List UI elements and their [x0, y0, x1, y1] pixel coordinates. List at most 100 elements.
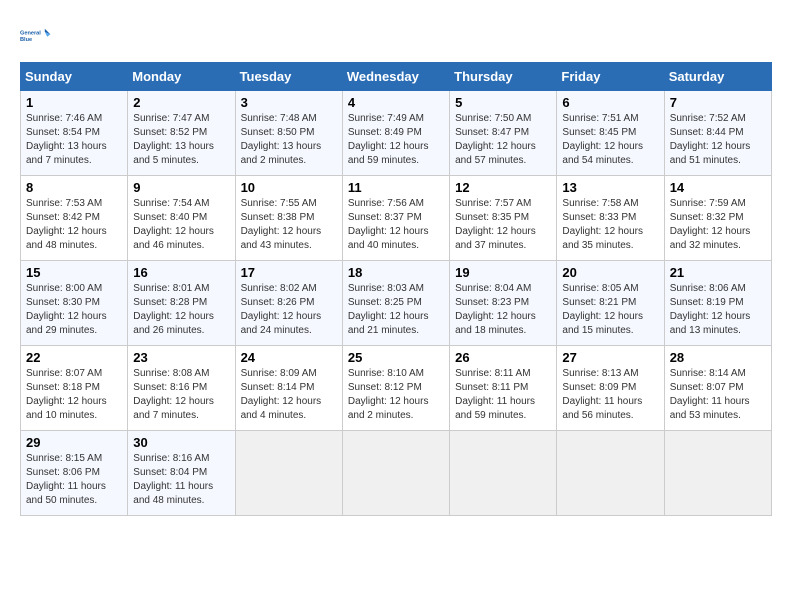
day-header-friday: Friday	[557, 63, 664, 91]
calendar-cell: 3 Sunrise: 7:48 AM Sunset: 8:50 PM Daylig…	[235, 91, 342, 176]
day-number: 30	[133, 435, 229, 450]
calendar-cell: 18 Sunrise: 8:03 AM Sunset: 8:25 PM Dayli…	[342, 261, 449, 346]
calendar-cell: 20 Sunrise: 8:05 AM Sunset: 8:21 PM Dayli…	[557, 261, 664, 346]
day-header-sunday: Sunday	[21, 63, 128, 91]
day-number: 11	[348, 180, 444, 195]
week-row-5: 29 Sunrise: 8:15 AM Sunset: 8:06 PM Dayli…	[21, 431, 772, 516]
day-header-saturday: Saturday	[664, 63, 771, 91]
day-info: Sunrise: 7:52 AM Sunset: 8:44 PM Dayligh…	[670, 112, 766, 168]
week-row-3: 15 Sunrise: 8:00 AM Sunset: 8:30 PM Dayli…	[21, 261, 772, 346]
day-number: 9	[133, 180, 229, 195]
calendar-cell: 30 Sunrise: 8:16 AM Sunset: 8:04 PM Dayli…	[128, 431, 235, 516]
logo-icon: GeneralBlue	[20, 20, 52, 52]
day-header-monday: Monday	[128, 63, 235, 91]
day-info: Sunrise: 7:55 AM Sunset: 8:38 PM Dayligh…	[241, 197, 337, 253]
week-row-2: 8 Sunrise: 7:53 AM Sunset: 8:42 PM Daylig…	[21, 176, 772, 261]
day-info: Sunrise: 8:00 AM Sunset: 8:30 PM Dayligh…	[26, 282, 122, 338]
calendar-cell: 15 Sunrise: 8:00 AM Sunset: 8:30 PM Dayli…	[21, 261, 128, 346]
day-number: 1	[26, 95, 122, 110]
day-number: 15	[26, 265, 122, 280]
day-number: 17	[241, 265, 337, 280]
calendar-cell: 2 Sunrise: 7:47 AM Sunset: 8:52 PM Daylig…	[128, 91, 235, 176]
day-number: 27	[562, 350, 658, 365]
day-info: Sunrise: 7:56 AM Sunset: 8:37 PM Dayligh…	[348, 197, 444, 253]
day-header-tuesday: Tuesday	[235, 63, 342, 91]
day-number: 6	[562, 95, 658, 110]
day-info: Sunrise: 7:50 AM Sunset: 8:47 PM Dayligh…	[455, 112, 551, 168]
calendar-cell: 26 Sunrise: 8:11 AM Sunset: 8:11 PM Dayli…	[450, 346, 557, 431]
day-info: Sunrise: 7:54 AM Sunset: 8:40 PM Dayligh…	[133, 197, 229, 253]
day-header-thursday: Thursday	[450, 63, 557, 91]
calendar-cell: 14Sunrise: 7:59 AM Sunset: 8:32 PM Dayli…	[664, 176, 771, 261]
calendar-cell: 28 Sunrise: 8:14 AM Sunset: 8:07 PM Dayli…	[664, 346, 771, 431]
day-info: Sunrise: 8:08 AM Sunset: 8:16 PM Dayligh…	[133, 367, 229, 423]
day-info: Sunrise: 8:01 AM Sunset: 8:28 PM Dayligh…	[133, 282, 229, 338]
day-number: 10	[241, 180, 337, 195]
calendar-cell	[664, 431, 771, 516]
day-number: 2	[133, 95, 229, 110]
calendar-cell: 7Sunrise: 7:52 AM Sunset: 8:44 PM Daylig…	[664, 91, 771, 176]
logo: GeneralBlue	[20, 20, 52, 52]
calendar-cell: 10 Sunrise: 7:55 AM Sunset: 8:38 PM Dayli…	[235, 176, 342, 261]
day-info: Sunrise: 7:51 AM Sunset: 8:45 PM Dayligh…	[562, 112, 658, 168]
day-info: Sunrise: 7:47 AM Sunset: 8:52 PM Dayligh…	[133, 112, 229, 168]
calendar-cell: 6 Sunrise: 7:51 AM Sunset: 8:45 PM Daylig…	[557, 91, 664, 176]
day-number: 5	[455, 95, 551, 110]
day-info: Sunrise: 7:58 AM Sunset: 8:33 PM Dayligh…	[562, 197, 658, 253]
calendar-cell: 19 Sunrise: 8:04 AM Sunset: 8:23 PM Dayli…	[450, 261, 557, 346]
day-info: Sunrise: 8:05 AM Sunset: 8:21 PM Dayligh…	[562, 282, 658, 338]
day-number: 8	[26, 180, 122, 195]
calendar-cell	[235, 431, 342, 516]
day-number: 13	[562, 180, 658, 195]
day-info: Sunrise: 7:46 AM Sunset: 8:54 PM Dayligh…	[26, 112, 122, 168]
calendar-cell: 27 Sunrise: 8:13 AM Sunset: 8:09 PM Dayli…	[557, 346, 664, 431]
calendar-cell: 29 Sunrise: 8:15 AM Sunset: 8:06 PM Dayli…	[21, 431, 128, 516]
day-info: Sunrise: 8:09 AM Sunset: 8:14 PM Dayligh…	[241, 367, 337, 423]
calendar-cell: 21Sunrise: 8:06 AM Sunset: 8:19 PM Dayli…	[664, 261, 771, 346]
day-info: Sunrise: 8:16 AM Sunset: 8:04 PM Dayligh…	[133, 452, 229, 508]
week-row-1: 1 Sunrise: 7:46 AM Sunset: 8:54 PM Daylig…	[21, 91, 772, 176]
day-number: 16	[133, 265, 229, 280]
day-info: Sunrise: 7:49 AM Sunset: 8:49 PM Dayligh…	[348, 112, 444, 168]
day-number: 28	[670, 350, 766, 365]
day-info: Sunrise: 8:11 AM Sunset: 8:11 PM Dayligh…	[455, 367, 551, 423]
day-number: 20	[562, 265, 658, 280]
day-number: 4	[348, 95, 444, 110]
day-header-wednesday: Wednesday	[342, 63, 449, 91]
day-number: 29	[26, 435, 122, 450]
calendar-cell: 17 Sunrise: 8:02 AM Sunset: 8:26 PM Dayli…	[235, 261, 342, 346]
day-number: 26	[455, 350, 551, 365]
day-info: Sunrise: 8:13 AM Sunset: 8:09 PM Dayligh…	[562, 367, 658, 423]
svg-text:General: General	[20, 30, 41, 36]
calendar-cell: 4 Sunrise: 7:49 AM Sunset: 8:49 PM Daylig…	[342, 91, 449, 176]
calendar-table: SundayMondayTuesdayWednesdayThursdayFrid…	[20, 62, 772, 516]
calendar-cell	[450, 431, 557, 516]
day-info: Sunrise: 8:14 AM Sunset: 8:07 PM Dayligh…	[670, 367, 766, 423]
day-info: Sunrise: 7:59 AM Sunset: 8:32 PM Dayligh…	[670, 197, 766, 253]
day-info: Sunrise: 8:04 AM Sunset: 8:23 PM Dayligh…	[455, 282, 551, 338]
day-info: Sunrise: 7:48 AM Sunset: 8:50 PM Dayligh…	[241, 112, 337, 168]
day-info: Sunrise: 8:02 AM Sunset: 8:26 PM Dayligh…	[241, 282, 337, 338]
day-info: Sunrise: 8:07 AM Sunset: 8:18 PM Dayligh…	[26, 367, 122, 423]
calendar-cell	[557, 431, 664, 516]
week-row-4: 22Sunrise: 8:07 AM Sunset: 8:18 PM Dayli…	[21, 346, 772, 431]
calendar-cell: 25Sunrise: 8:10 AM Sunset: 8:12 PM Dayli…	[342, 346, 449, 431]
header: GeneralBlue	[20, 20, 772, 52]
day-number: 18	[348, 265, 444, 280]
day-number: 19	[455, 265, 551, 280]
day-info: Sunrise: 8:03 AM Sunset: 8:25 PM Dayligh…	[348, 282, 444, 338]
day-number: 24	[241, 350, 337, 365]
day-number: 3	[241, 95, 337, 110]
calendar-cell: 13 Sunrise: 7:58 AM Sunset: 8:33 PM Dayli…	[557, 176, 664, 261]
calendar-cell: 9 Sunrise: 7:54 AM Sunset: 8:40 PM Daylig…	[128, 176, 235, 261]
calendar-cell: 1 Sunrise: 7:46 AM Sunset: 8:54 PM Daylig…	[21, 91, 128, 176]
day-info: Sunrise: 8:06 AM Sunset: 8:19 PM Dayligh…	[670, 282, 766, 338]
day-info: Sunrise: 7:53 AM Sunset: 8:42 PM Dayligh…	[26, 197, 122, 253]
calendar-cell: 8 Sunrise: 7:53 AM Sunset: 8:42 PM Daylig…	[21, 176, 128, 261]
calendar-cell: 23Sunrise: 8:08 AM Sunset: 8:16 PM Dayli…	[128, 346, 235, 431]
calendar-cell	[342, 431, 449, 516]
svg-text:Blue: Blue	[20, 37, 32, 43]
day-info: Sunrise: 8:15 AM Sunset: 8:06 PM Dayligh…	[26, 452, 122, 508]
day-number: 25	[348, 350, 444, 365]
calendar-cell: 16 Sunrise: 8:01 AM Sunset: 8:28 PM Dayli…	[128, 261, 235, 346]
